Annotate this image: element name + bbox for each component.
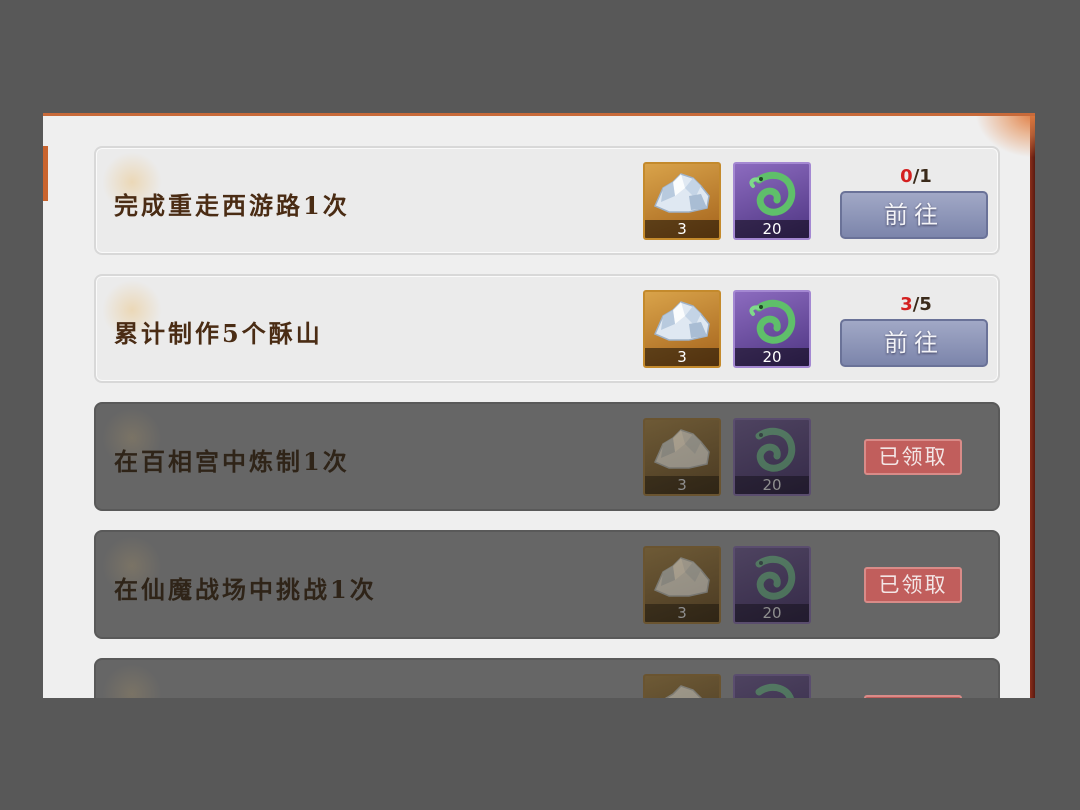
silver-ore-icon — [664, 685, 702, 698]
cloud-ornament-icon — [102, 664, 162, 698]
progress-total: /5 — [912, 294, 932, 315]
silver-ore-icon — [654, 429, 710, 469]
task-progress: 0/1 — [891, 166, 941, 187]
reward-count: 3 — [645, 476, 719, 494]
progress-total: /1 — [912, 166, 932, 187]
reward-count: 3 — [645, 348, 719, 366]
jade-dragon-icon — [755, 427, 796, 472]
panel-right-border — [1030, 116, 1035, 698]
task-title: 累计制作5个酥山 — [114, 319, 323, 348]
progress-current: 0 — [900, 166, 913, 187]
reward-count: 3 — [645, 604, 719, 622]
reward-item-jade[interactable]: 20 — [733, 546, 811, 624]
task-row: 在仙魔战场中挑战1次 3 20 已领取 — [94, 530, 1000, 639]
reward-count: 20 — [735, 220, 809, 238]
go-button[interactable]: 前往 — [840, 191, 988, 239]
reward-item-ore[interactable] — [643, 674, 721, 698]
jade-dragon-icon — [749, 299, 796, 344]
reward-count: 20 — [735, 348, 809, 366]
reward-item-ore[interactable]: 3 — [643, 546, 721, 624]
panel-left-tab — [43, 146, 48, 201]
reward-item-ore[interactable]: 3 — [643, 162, 721, 240]
silver-ore-icon — [654, 173, 710, 213]
task-row: 完成重走西游路1次 3 20 0/1 前往 — [94, 146, 1000, 255]
task-title: 在仙魔战场中挑战1次 — [114, 575, 377, 604]
reward-count: 20 — [735, 476, 809, 494]
jade-dragon-icon — [755, 683, 794, 698]
reward-item-jade[interactable] — [733, 674, 811, 698]
task-row — [94, 658, 1000, 698]
task-title: 完成重走西游路1次 — [114, 191, 350, 220]
reward-item-jade[interactable]: 20 — [733, 418, 811, 496]
silver-ore-icon — [654, 301, 710, 341]
task-row: 在百相宫中炼制1次 3 20 已领取 — [94, 402, 1000, 511]
claimed-badge: 已领取 — [864, 567, 962, 603]
task-progress: 3/5 — [891, 294, 941, 315]
corner-chevron-icon: ˆ — [1018, 113, 1029, 136]
silver-ore-icon — [654, 557, 710, 597]
reward-item-jade[interactable]: 20 — [733, 290, 811, 368]
task-row: 累计制作5个酥山 3 20 3/5 前往 — [94, 274, 1000, 383]
reward-item-ore[interactable]: 3 — [643, 418, 721, 496]
reward-count: 3 — [645, 220, 719, 238]
reward-item-jade[interactable]: 20 — [733, 162, 811, 240]
jade-dragon-icon — [749, 171, 796, 216]
claimed-badge — [864, 695, 962, 698]
reward-item-ore[interactable]: 3 — [643, 290, 721, 368]
progress-current: 3 — [900, 294, 913, 315]
claimed-badge: 已领取 — [864, 439, 962, 475]
go-button[interactable]: 前往 — [840, 319, 988, 367]
jade-dragon-icon — [755, 555, 796, 600]
task-panel: ˆ 完成重走西游路1次 3 20 0/1 前往 累计制作5个酥山 3 20 3/… — [43, 113, 1035, 698]
reward-count: 20 — [735, 604, 809, 622]
task-title: 在百相宫中炼制1次 — [114, 447, 350, 476]
